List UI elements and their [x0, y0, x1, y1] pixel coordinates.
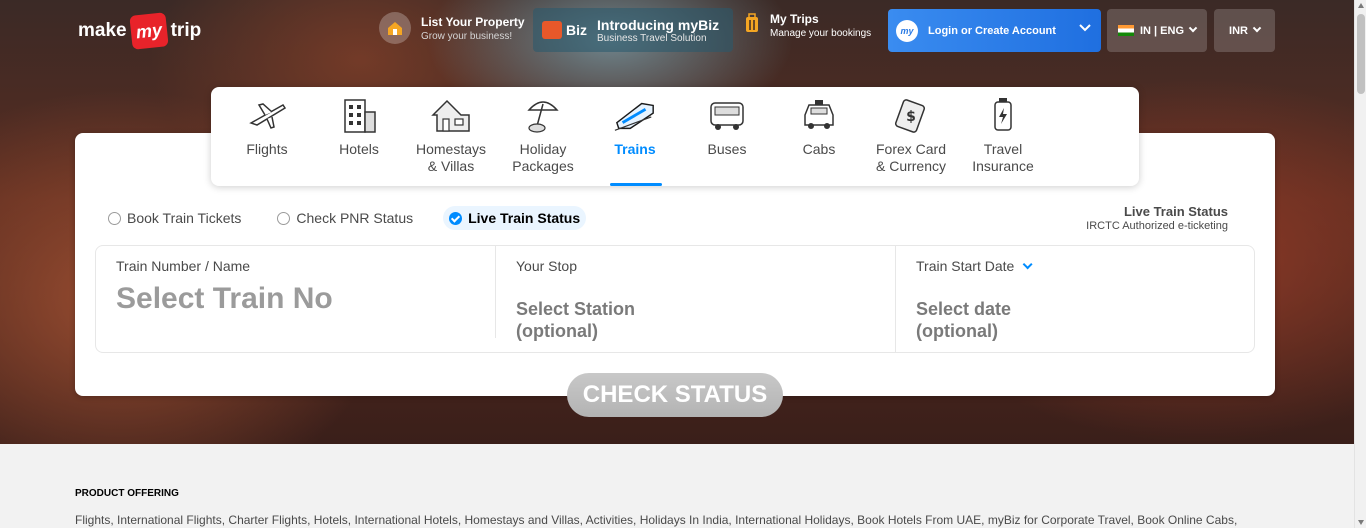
nav-item-cabs[interactable]: Cabs [773, 87, 865, 186]
nav-item-buses[interactable]: Buses [681, 87, 773, 186]
train-icon [613, 95, 657, 135]
status-heading-subtitle: IRCTC Authorized e-ticketing [1086, 220, 1228, 232]
login-label: Login or Create Account [928, 24, 1056, 37]
mmt-avatar-icon: my [896, 19, 918, 42]
train-number-value: Select Train No [116, 282, 333, 315]
nav-label: Hotels [339, 141, 379, 157]
radio-dot [108, 211, 121, 225]
radio-checked-icon [449, 211, 463, 225]
product-nav: Flights Hotels Homestays & Villas Holida… [211, 87, 1139, 186]
train-option-group: Book Train Tickets Check PNR Status Live… [102, 206, 610, 230]
chevron-down-icon [1252, 23, 1262, 32]
nav-label: Buses [707, 141, 747, 157]
umbrella-icon [521, 95, 565, 135]
my-trips-link[interactable]: My Trips Manage your bookings [744, 12, 871, 39]
briefcase-icon [542, 21, 562, 39]
currency-selector[interactable]: INR [1214, 9, 1275, 52]
mybiz-link[interactable]: Biz Introducing myBiz Business Travel So… [533, 8, 733, 52]
train-start-date-label: Train Start Date [916, 258, 1234, 274]
chevron-down-icon [1079, 22, 1091, 37]
nav-label: Flights [246, 141, 288, 157]
hotel-icon [337, 95, 381, 135]
insurance-icon [981, 95, 1025, 135]
my-trips-subtitle: Manage your bookings [770, 28, 872, 39]
train-start-date-value-line1: Select date [916, 299, 1012, 319]
india-flag-icon [1117, 25, 1134, 36]
svg-text:$: $ [906, 109, 916, 125]
currency-label: INR [1229, 24, 1248, 37]
mybiz-badge: Biz [542, 21, 587, 39]
train-start-date-value: Select date (optional) [916, 298, 1234, 342]
radio-book-train-tickets[interactable]: Book Train Tickets [102, 206, 247, 230]
check-status-button[interactable]: CHECK STATUS [567, 373, 783, 417]
plane-icon [245, 95, 289, 135]
nav-item-forex[interactable]: $ Forex Card & Currency [865, 87, 957, 186]
radio-live-train-status[interactable]: Live Train Status [443, 206, 587, 230]
live-status-form: Train Number / Name Select Train No Your… [95, 245, 1255, 353]
list-property-title: List Your Property [421, 14, 525, 29]
list-property-subtitle: Grow your business! [421, 30, 513, 42]
bus-icon [705, 95, 749, 135]
nav-item-hotels[interactable]: Hotels [313, 87, 405, 186]
your-stop-value-line1: Select Station [516, 299, 636, 319]
cab-icon [797, 95, 841, 135]
radio-label: Book Train Tickets [127, 210, 242, 226]
login-button[interactable]: my Login or Create Account [888, 9, 1101, 52]
radio-check-pnr-status[interactable]: Check PNR Status [271, 206, 419, 230]
train-number-field[interactable]: Train Number / Name Select Train No [96, 246, 496, 352]
footer-heading: PRODUCT OFFERING [75, 488, 179, 499]
your-stop-value-line2: (optional) [516, 321, 598, 341]
chevron-down-icon [1022, 258, 1033, 269]
radio-label: Check PNR Status [296, 210, 414, 226]
suitcase-icon [744, 13, 760, 38]
nav-item-trains[interactable]: Trains [589, 87, 681, 186]
footer: PRODUCT OFFERING Flights, International … [75, 488, 1345, 527]
footer-links[interactable]: Flights, International Flights, Charter … [75, 513, 1345, 527]
your-stop-label: Your Stop [516, 258, 577, 274]
radio-dot [277, 211, 291, 225]
mybiz-badge-text: Biz [566, 22, 587, 38]
forex-icon: $ [889, 95, 933, 135]
logo-my-badge: my [128, 12, 169, 50]
status-heading-title: Live Train Status [1123, 204, 1228, 219]
list-property-link[interactable]: List Your Property Grow your business! [379, 12, 525, 44]
mybiz-subtitle: Business Travel Solution [597, 32, 707, 44]
language-label: IN | ENG [1139, 24, 1185, 37]
nav-label: Holiday Packages [512, 141, 574, 174]
scrollbar-thumb[interactable] [1357, 14, 1365, 94]
nav-item-homestays[interactable]: Homestays & Villas [405, 87, 497, 186]
train-start-date-field[interactable]: Train Start Date Select date (optional) [896, 246, 1254, 352]
nav-item-insurance[interactable]: Travel Insurance [957, 87, 1049, 186]
nav-item-holidays[interactable]: Holiday Packages [497, 87, 589, 186]
makemytrip-logo[interactable]: make my trip [78, 12, 202, 50]
nav-label: Cabs [802, 141, 836, 157]
nav-label: Homestays & Villas [415, 141, 487, 174]
train-number-label: Train Number / Name [116, 258, 251, 274]
logo-trip-text: trip [170, 20, 202, 41]
your-stop-value: Select Station (optional) [516, 298, 875, 342]
my-trips-title: My Trips [770, 12, 819, 26]
status-heading: Live Train Status IRCTC Authorized e-tic… [1086, 204, 1228, 232]
page-scrollbar[interactable] [1354, 0, 1366, 528]
property-icon [379, 12, 411, 44]
chevron-down-icon [1188, 23, 1198, 32]
nav-label: Travel Insurance [972, 141, 1034, 174]
language-selector[interactable]: IN | ENG [1107, 9, 1207, 52]
nav-label: Trains [614, 141, 656, 157]
your-stop-field[interactable]: Your Stop Select Station (optional) [496, 246, 896, 352]
train-start-date-label-text: Train Start Date [916, 258, 1015, 274]
logo-make-text: make [78, 20, 127, 41]
radio-label: Live Train Status [468, 210, 581, 226]
scroll-up-arrow-icon[interactable] [1358, 3, 1364, 8]
house-icon [429, 95, 473, 135]
nav-item-flights[interactable]: Flights [221, 87, 313, 186]
train-start-date-value-line2: (optional) [916, 321, 998, 341]
nav-label: Forex Card & Currency [875, 141, 947, 174]
mybiz-title: Introducing myBiz [597, 16, 720, 33]
scroll-down-arrow-icon[interactable] [1358, 520, 1364, 525]
